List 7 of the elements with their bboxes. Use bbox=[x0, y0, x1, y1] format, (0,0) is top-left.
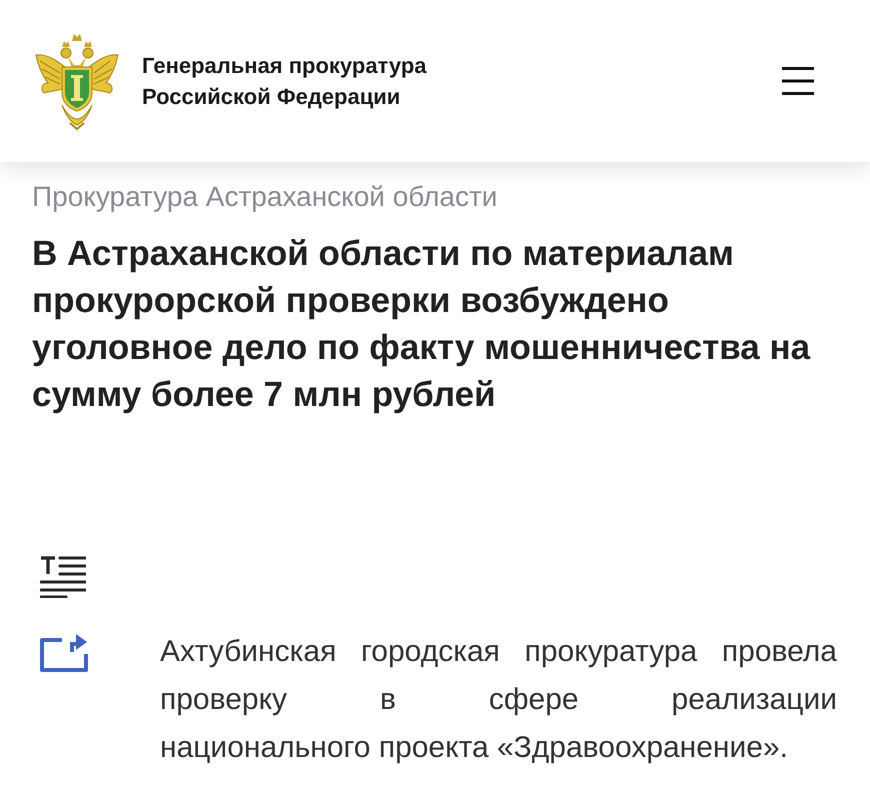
menu-button[interactable] bbox=[782, 67, 814, 95]
share-icon[interactable] bbox=[40, 632, 88, 672]
article-headline: В Астраханской области по материалам прокурорской проверки возбуждено уголовное дело по факту мошенничества на сумму более 7 млн рублей bbox=[32, 233, 812, 416]
menu-icon bbox=[782, 67, 814, 95]
article-lead-paragraph: Ахтубинская городская прокуратура провела проверку в сфере реализации национального проекта «Здравоохранение». bbox=[160, 634, 837, 766]
text-lines-icon[interactable] bbox=[40, 556, 86, 598]
site-title[interactable]: Генеральная прокуратура Российской Федерации bbox=[142, 50, 502, 112]
